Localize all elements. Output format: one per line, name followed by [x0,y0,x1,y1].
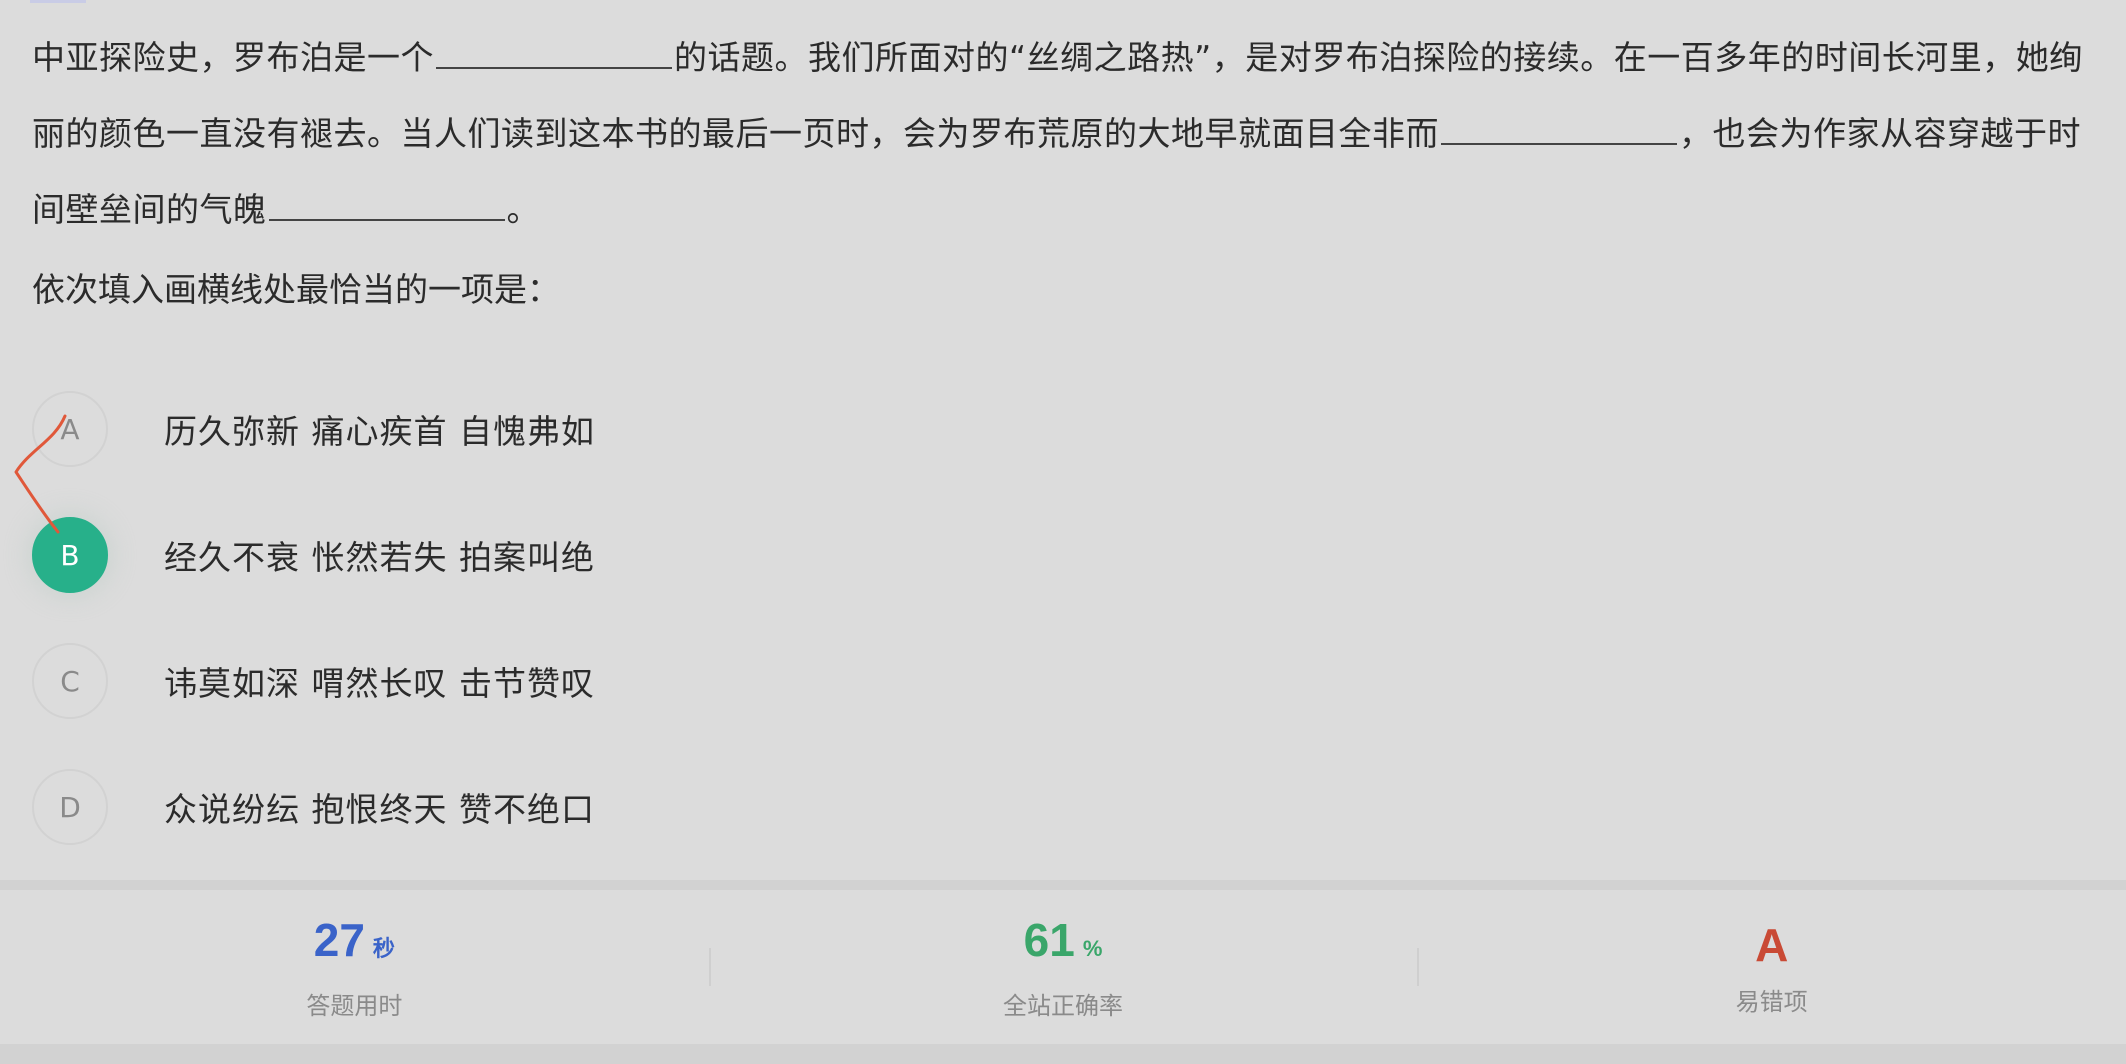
stats-bar: 27 秒 答题用时 61% 全站正确率 A 易错项 [0,890,2126,1044]
option-a-text[interactable]: 历久弥新 痛心疾首 自愧弗如 [164,405,595,453]
answer-time-unit: 秒 [372,936,395,961]
common-wrong-label: 易错项 [1735,987,1808,1016]
answer-blank-2 [1441,113,1677,145]
question-segment-4: 。 [506,190,540,229]
stats-divider [0,880,2126,890]
option-b-text[interactable]: 经久不衰 怅然若失 拍案叫绝 [164,531,595,579]
common-wrong-value: A [1755,918,1789,971]
question-stem: 中亚探险史，罗布泊是一个 的话题。我们所面对的“丝绸之路热”，是对罗布泊探险的接续… [32,20,2102,248]
answer-time-label: 答题用时 [306,992,403,1020]
option-b-circle[interactable]: B [32,517,108,593]
option-a[interactable]: A 历久弥新 痛心疾首 自愧弗如 [32,366,1232,492]
answer-blank-1 [436,37,672,69]
stat-common-wrong: A 易错项 [1417,890,2126,1044]
option-c-text[interactable]: 讳莫如深 喟然长叹 击节赞叹 [164,657,595,705]
answer-time-value: 27 [313,914,365,966]
bottom-bar [0,1044,2126,1064]
question-text: 中亚探险史，罗布泊是一个 的话题。我们所面对的“丝绸之路热”，是对罗布泊探险的接续… [32,20,2102,248]
option-d[interactable]: D 众说纷纭 抱恨终天 赞不绝口 [32,744,1232,870]
option-c-circle[interactable]: C [32,643,108,719]
accuracy-unit: % [1082,936,1103,961]
answer-blank-3 [268,189,505,221]
option-a-circle[interactable]: A [32,391,108,467]
accuracy-value-row: 61% [1024,913,1103,976]
option-d-text[interactable]: 众说纷纭 抱恨终天 赞不绝口 [164,783,595,831]
accuracy-value: 61 [1023,914,1075,966]
question-segment-1: 中亚探险史，罗布泊是一个 [32,38,434,77]
option-b[interactable]: B 经久不衰 怅然若失 拍案叫绝 [32,492,1232,618]
question-prompt: 依次填入画横线处最恰当的一项是： [32,270,560,309]
stat-site-accuracy: 61% 全站正确率 [708,890,1418,1044]
stat-answer-time: 27 秒 答题用时 [0,890,709,1044]
options-list: A 历久弥新 痛心疾首 自愧弗如 B 经久不衰 怅然若失 拍案叫绝 C 讳莫如深… [32,366,1232,870]
accuracy-label: 全站正确率 [1003,992,1123,1020]
option-c[interactable]: C 讳莫如深 喟然长叹 击节赞叹 [32,618,1232,744]
answer-time-value-row: 27 秒 [314,913,395,976]
top-accent-bar [30,0,86,3]
option-d-circle[interactable]: D [32,769,108,845]
